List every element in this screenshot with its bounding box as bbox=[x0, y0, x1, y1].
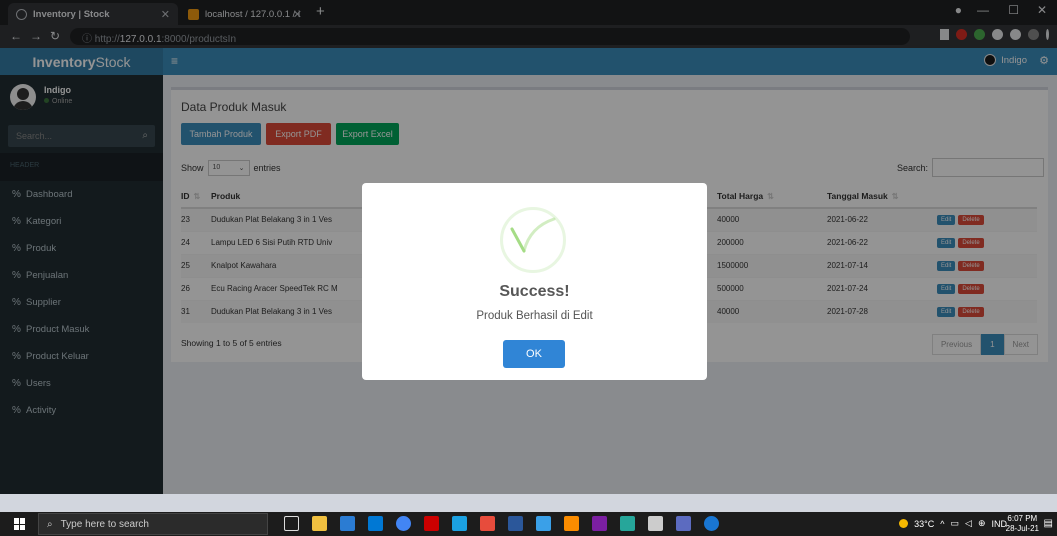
task-view-icon[interactable] bbox=[284, 516, 299, 531]
weather-icon bbox=[899, 519, 909, 528]
success-check-icon-graphic bbox=[510, 217, 556, 253]
chrome-icon[interactable] bbox=[396, 516, 411, 531]
screen: Inventory | Stock ✕ localhost / 127.0.0.… bbox=[0, 0, 1057, 536]
taskbar-search-input[interactable]: ⌕ Type here to search bbox=[38, 513, 268, 535]
dialog-title: Success! bbox=[499, 283, 570, 300]
app-icon[interactable] bbox=[592, 516, 607, 531]
clock-time: 6:07 PM bbox=[1007, 514, 1038, 523]
language-globe-icon[interactable]: ⊕ bbox=[978, 518, 986, 529]
volume-icon[interactable]: ◁ bbox=[965, 518, 972, 529]
taskbar-apps bbox=[284, 516, 719, 531]
vscode-icon[interactable] bbox=[340, 516, 355, 531]
office-icon[interactable] bbox=[480, 516, 495, 531]
edge-icon[interactable] bbox=[452, 516, 467, 531]
file-explorer-icon[interactable] bbox=[312, 516, 327, 531]
weather-temp[interactable]: 33°C bbox=[914, 519, 934, 529]
system-tray: 33°C ^ ▭ ◁ ⊕ IND bbox=[899, 518, 1007, 529]
ok-button[interactable]: OK bbox=[503, 340, 565, 368]
notification-icon[interactable]: ▤ bbox=[1044, 518, 1053, 529]
word-icon[interactable] bbox=[508, 516, 523, 531]
app-icon[interactable] bbox=[676, 516, 691, 531]
clock-date: 28-Jul-21 bbox=[1005, 524, 1039, 533]
taskbar-search-placeholder: Type here to search bbox=[60, 518, 149, 530]
app-icon[interactable] bbox=[620, 516, 635, 531]
dialog-message: Produk Berhasil di Edit bbox=[476, 310, 593, 322]
photos-icon[interactable] bbox=[536, 516, 551, 531]
netflix-icon[interactable] bbox=[424, 516, 439, 531]
xampp-icon[interactable] bbox=[564, 516, 579, 531]
mail-icon[interactable] bbox=[368, 516, 383, 531]
windows-start-icon[interactable] bbox=[14, 518, 26, 530]
success-dialog: Success! Produk Berhasil di Edit OK bbox=[362, 183, 707, 380]
tray-chevron-icon[interactable]: ^ bbox=[940, 519, 944, 529]
windows-taskbar: ⌕ Type here to search 33°C ^ ▭ ◁ ⊕ IND 6… bbox=[0, 512, 1057, 536]
search-icon: ⌕ bbox=[47, 518, 53, 530]
taskbar-clock[interactable]: 6:07 PM 28-Jul-21 bbox=[1006, 514, 1039, 534]
footer-strip bbox=[0, 494, 1057, 512]
network-icon[interactable]: ▭ bbox=[951, 518, 960, 529]
app-icon[interactable] bbox=[648, 516, 663, 531]
help-icon[interactable] bbox=[704, 516, 719, 531]
success-check-icon bbox=[500, 207, 566, 273]
